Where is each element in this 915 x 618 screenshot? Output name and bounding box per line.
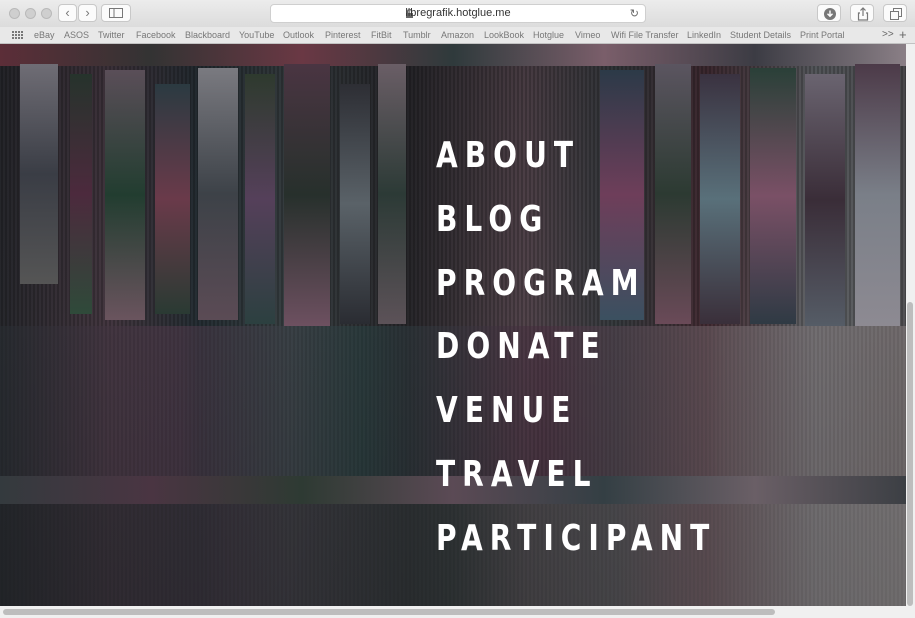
favorite-link[interactable]: Print Portal <box>800 30 845 40</box>
close-window-button[interactable] <box>9 8 20 19</box>
downloads-button[interactable] <box>817 4 841 22</box>
browser-toolbar: ‹ › libregrafik.hotglue.me ↻ <box>0 0 915 27</box>
favorite-link[interactable]: Twitter <box>98 30 125 40</box>
share-icon <box>857 7 869 21</box>
zoom-window-button[interactable] <box>41 8 52 19</box>
url-text: libregrafik.hotglue.me <box>405 7 511 19</box>
favorite-link[interactable]: Outlook <box>283 30 314 40</box>
new-tab-icon[interactable]: + <box>899 27 907 42</box>
minimize-window-button[interactable] <box>25 8 36 19</box>
favorite-link[interactable]: LookBook <box>484 30 524 40</box>
favorite-link[interactable]: Pinterest <box>325 30 361 40</box>
favorite-link[interactable]: Wifi File Transfer <box>611 30 679 40</box>
sidebar-toggle-button[interactable] <box>101 4 131 22</box>
address-bar[interactable]: libregrafik.hotglue.me ↻ <box>270 4 646 23</box>
sidebar-icon <box>109 8 123 18</box>
favorite-link[interactable]: Tumblr <box>403 30 431 40</box>
chevron-right-icon: › <box>85 5 90 20</box>
vertical-scroll-thumb[interactable] <box>907 302 913 606</box>
tabs-overview-button[interactable] <box>883 4 907 22</box>
favorite-link[interactable]: FitBit <box>371 30 392 40</box>
back-button[interactable]: ‹ <box>58 4 77 22</box>
menu-item-about[interactable]: ABOUT <box>436 124 716 188</box>
forward-button[interactable]: › <box>78 4 97 22</box>
reload-icon[interactable]: ↻ <box>630 7 639 20</box>
tabs-icon <box>890 8 902 20</box>
favorite-link[interactable]: ASOS <box>64 30 89 40</box>
favorite-link[interactable]: YouTube <box>239 30 274 40</box>
favorites-bar: eBay ASOS Twitter Facebook Blackboard Yo… <box>0 27 915 44</box>
grid-icon[interactable] <box>12 31 23 39</box>
horizontal-scroll-thumb[interactable] <box>3 609 775 615</box>
favorite-link[interactable]: LinkedIn <box>687 30 721 40</box>
menu-item-participant[interactable]: PARTICIPANT <box>436 507 716 571</box>
favorite-link[interactable]: Facebook <box>136 30 176 40</box>
favorite-link[interactable]: eBay <box>34 30 55 40</box>
menu-item-program[interactable]: PROGRAM <box>436 252 716 316</box>
menu-item-donate[interactable]: DONATE <box>436 315 716 379</box>
download-icon <box>824 8 836 20</box>
favorite-link[interactable]: Hotglue <box>533 30 564 40</box>
main-menu: ABOUT BLOG PROGRAM DONATE VENUE TRAVEL P… <box>436 124 795 571</box>
vertical-scrollbar[interactable] <box>906 44 915 606</box>
favorite-link[interactable]: Blackboard <box>185 30 230 40</box>
page-viewport: ABOUT BLOG PROGRAM DONATE VENUE TRAVEL P… <box>0 44 906 606</box>
favorite-link[interactable]: Amazon <box>441 30 474 40</box>
favorite-link[interactable]: Student Details <box>730 30 791 40</box>
menu-item-venue[interactable]: VENUE <box>436 379 716 443</box>
more-favorites-icon[interactable]: >> <box>882 29 894 40</box>
chevron-left-icon: ‹ <box>65 5 70 20</box>
horizontal-scrollbar[interactable] <box>0 606 915 618</box>
menu-item-blog[interactable]: BLOG <box>436 188 716 252</box>
favorite-link[interactable]: Vimeo <box>575 30 600 40</box>
share-button[interactable] <box>850 4 874 22</box>
menu-item-travel[interactable]: TRAVEL <box>436 443 716 507</box>
